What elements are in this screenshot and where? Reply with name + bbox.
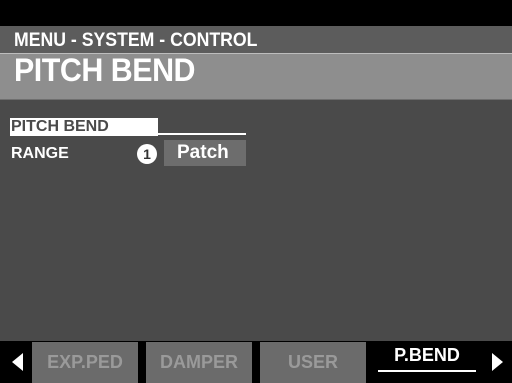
tab-damper[interactable]: DAMPER [146, 342, 252, 383]
tab-exp-ped[interactable]: EXP.PED [32, 342, 138, 383]
tab-user[interactable]: USER [260, 342, 366, 383]
top-bar [0, 0, 512, 26]
page-title: PITCH BEND [14, 52, 196, 88]
breadcrumb: MENU - SYSTEM - CONTROL [14, 30, 258, 51]
range-marker: 1 [137, 144, 157, 164]
section-label: PITCH BEND [11, 118, 109, 135]
right-arrow-icon[interactable] [492, 353, 503, 371]
tab-p-bend[interactable]: P.BEND [374, 342, 480, 383]
range-label: RANGE [11, 145, 69, 162]
left-arrow-icon[interactable] [12, 353, 23, 371]
range-value[interactable]: Patch [177, 142, 229, 164]
section-underline [158, 133, 246, 135]
